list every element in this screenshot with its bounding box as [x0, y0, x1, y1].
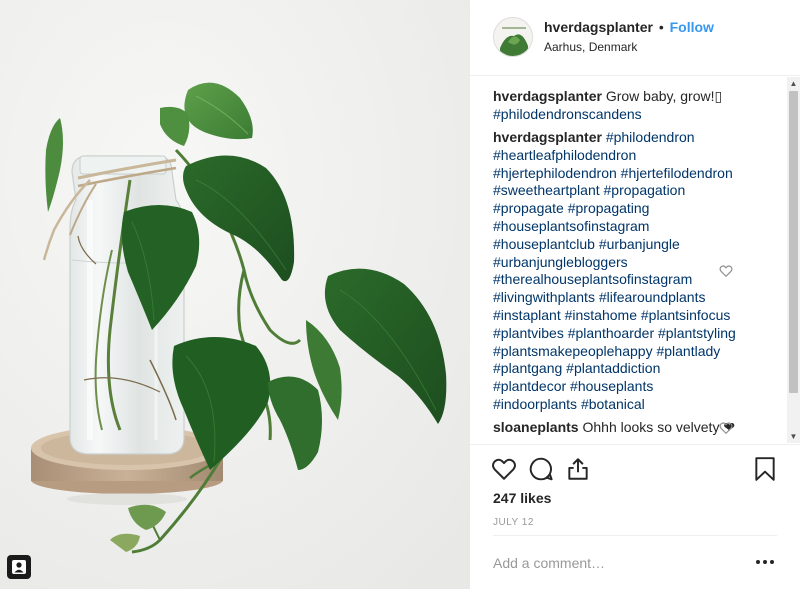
post-side-panel: hverdagsplanter • Follow Aarhus, Denmark… — [470, 0, 800, 589]
comment-text: Ohhh looks so velvety ❤ — [582, 419, 736, 435]
avatar[interactable] — [493, 17, 533, 57]
heart-outline-icon[interactable] — [719, 421, 733, 435]
hashtag-line[interactable]: #houseplantclub #urbanjungle — [493, 236, 680, 252]
add-comment-section — [493, 535, 777, 587]
likes-count[interactable]: 247 likes — [493, 490, 551, 506]
comment-username[interactable]: hverdagsplanter — [493, 129, 602, 145]
hashtag-line[interactable]: #indoorplants #botanical — [493, 396, 645, 412]
scrollbar-thumb[interactable] — [789, 91, 798, 393]
hashtag-line[interactable]: #therealhouseplantsofinstagram — [493, 271, 692, 287]
post-username[interactable]: hverdagsplanter — [544, 19, 653, 35]
separator-dot: • — [658, 19, 664, 35]
share-icon[interactable] — [565, 456, 591, 482]
hashtag-line[interactable]: #plantdecor #houseplants — [493, 378, 653, 394]
comment-username[interactable]: hverdagsplanter — [493, 88, 602, 104]
hashtag-line[interactable]: #plantsmakepeoplehappy #plantlady — [493, 343, 720, 359]
heart-outline-icon[interactable] — [719, 264, 733, 278]
comment-bubble-icon[interactable] — [528, 456, 554, 482]
hashtag-line[interactable]: #houseplantsofinstagram — [493, 218, 649, 234]
comment-username[interactable]: sloaneplants — [493, 419, 579, 435]
hashtag-link[interactable]: #philodendron — [606, 129, 695, 145]
heart-icon[interactable] — [491, 456, 517, 482]
hashtag-link[interactable]: #philodendronscandens — [493, 106, 642, 122]
hashtag-line[interactable]: #plantvibes #planthoarder #plantstyling — [493, 325, 736, 341]
post-header: hverdagsplanter • Follow Aarhus, Denmark — [470, 0, 800, 76]
scroll-up-arrow-icon[interactable]: ▲ — [787, 77, 800, 90]
hashtag-line[interactable]: #heartleafphilodendron — [493, 147, 636, 163]
missing-emoji-glyph: ▯ — [714, 88, 723, 104]
hashtag-line[interactable]: #propagate #propagating — [493, 200, 649, 216]
header-line: hverdagsplanter • Follow — [544, 19, 714, 35]
scroll-down-arrow-icon[interactable]: ▼ — [787, 430, 800, 443]
post-date[interactable]: JULY 12 — [493, 517, 534, 528]
plant-in-jar-photo — [0, 0, 470, 589]
profile-picture — [494, 18, 532, 56]
hashtag-line[interactable]: #urbanjunglebloggers — [493, 254, 628, 270]
follow-button[interactable]: Follow — [670, 19, 714, 35]
comment-text: Grow baby, grow! — [605, 88, 715, 104]
hashtag-line[interactable]: #livingwithplants #lifearoundplants — [493, 289, 705, 305]
person-tag-icon — [12, 560, 26, 574]
post-location[interactable]: Aarhus, Denmark — [544, 40, 637, 54]
hashtag-line[interactable]: #hjertephilodendron #hjertefilodendron — [493, 165, 733, 181]
comments-list: hverdagsplanter Grow baby, grow!▯ #philo… — [470, 77, 800, 443]
hashtag-line[interactable]: #plantgang #plantaddiction — [493, 360, 660, 376]
add-comment-input[interactable] — [493, 552, 733, 574]
post-actions: 247 likes JULY 12 — [470, 444, 800, 589]
tagged-user-button[interactable] — [7, 555, 31, 579]
post-photo — [0, 0, 470, 589]
bookmark-icon[interactable] — [753, 456, 777, 482]
hashtag-line[interactable]: #instaplant #instahome #plantsinfocus — [493, 307, 730, 323]
more-options-icon[interactable] — [755, 558, 775, 566]
caption-comment: hverdagsplanter Grow baby, grow!▯ #philo… — [493, 88, 758, 124]
comments-scrollbar[interactable]: ▲ ▼ — [787, 77, 800, 443]
instagram-post-view: hverdagsplanter • Follow Aarhus, Denmark… — [0, 0, 800, 589]
hashtag-line[interactable]: #sweetheartplant #propagation — [493, 182, 685, 198]
